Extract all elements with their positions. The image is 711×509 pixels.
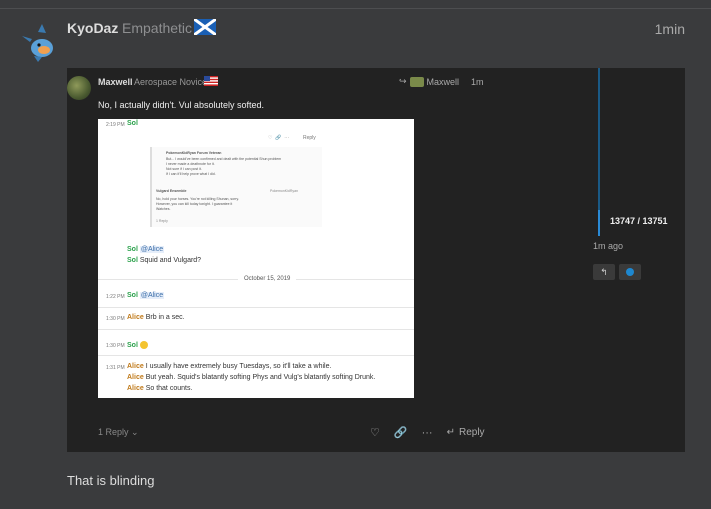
ss-nested-quote: PokemonKidRyan Forum Veteran But... I wo… <box>150 147 322 227</box>
emoji-icon <box>139 341 148 349</box>
reply-icon: ↵ <box>446 427 455 438</box>
ss-msg4-time: 1:31 PM <box>106 365 125 371</box>
ss-icons: ♡ 🔗 ··· <box>268 135 290 141</box>
usa-flag-icon <box>204 76 218 86</box>
ss-msg4-l3: Alice So that counts. <box>127 385 193 392</box>
timeline-ago: 1m ago <box>593 241 624 251</box>
blue-dot-icon <box>626 268 634 276</box>
timeline-track[interactable] <box>598 68 600 230</box>
reply-to-name: Maxwell <box>426 76 460 87</box>
ss-reply: Reply <box>303 135 316 141</box>
ss-msg3-time: 1:30 PM <box>106 343 125 349</box>
reply-button[interactable]: ↵ Reply <box>447 427 485 438</box>
quote-text: No, I actually didn't. Vul absolutely so… <box>98 100 264 110</box>
post-user-title: Empathetic <box>122 20 193 36</box>
timeline-unread-button[interactable] <box>619 264 641 280</box>
ss-msg4-l1: Alice I usually have extremely busy Tues… <box>127 363 332 370</box>
ss-sol-name: Sol <box>127 120 138 127</box>
reply-to-indicator[interactable]: ↪ Maxwell <box>399 76 459 87</box>
ss-msg2: Alice Brb in a sec. <box>127 314 185 321</box>
ss-divider <box>98 355 414 356</box>
ss-msg1: Sol @Alice <box>127 292 165 299</box>
ss-time: 2:19 PM <box>106 122 125 128</box>
more-icon[interactable]: ··· <box>422 427 433 439</box>
post-actions: ♡ 🔗 ··· ↵ Reply <box>370 426 485 440</box>
back-arrow-icon: ↰ <box>600 266 608 277</box>
replies-toggle[interactable]: 1 Reply ⌄ <box>98 427 139 438</box>
link-icon[interactable]: 🔗 <box>394 426 408 439</box>
ss-divider <box>98 307 414 308</box>
post-divider <box>0 8 711 9</box>
timeline-count[interactable]: 13747 / 13751 <box>610 216 668 226</box>
ss-sol-line2: Sol Squid and Vulgard? <box>127 257 202 264</box>
quote-time[interactable]: 1m <box>471 77 484 87</box>
reply-arrow-icon: ↪ <box>399 76 407 86</box>
quote-avatar[interactable] <box>67 76 91 100</box>
ss-divider <box>98 329 414 330</box>
quote-username[interactable]: Maxwell <box>98 77 133 87</box>
ss-msg1-time: 1:22 PM <box>106 294 125 300</box>
post-body: That is blinding <box>67 473 155 488</box>
scotland-flag-icon <box>194 19 216 35</box>
ss-msg3: Sol <box>127 341 148 349</box>
quote-user-title: Aerospace Novice <box>134 77 208 87</box>
post-username[interactable]: KyoDaz <box>67 20 118 36</box>
ss-sol-line1: Sol @Alice <box>127 246 165 253</box>
quoted-post: Maxwell Aerospace Novice ↪ Maxwell 1m No… <box>67 68 685 452</box>
timeline-back-button[interactable]: ↰ <box>593 264 615 280</box>
chevron-down-icon: ⌄ <box>131 427 139 437</box>
timeline-handle[interactable] <box>598 210 600 236</box>
reply-to-avatar <box>409 76 424 87</box>
embedded-screenshot[interactable]: 2:19 PM Sol ♡ 🔗 ··· Reply PokemonKidRyan… <box>98 119 414 398</box>
ss-msg2-time: 1:30 PM <box>106 316 125 322</box>
ss-msg4-l2: Alice But yeah. Squid's blatantly softin… <box>127 374 376 381</box>
like-heart-icon[interactable]: ♡ <box>370 426 380 439</box>
post-time[interactable]: 1min <box>655 21 685 37</box>
user-avatar[interactable] <box>20 22 62 64</box>
ss-date: October 15, 2019 <box>238 276 297 282</box>
